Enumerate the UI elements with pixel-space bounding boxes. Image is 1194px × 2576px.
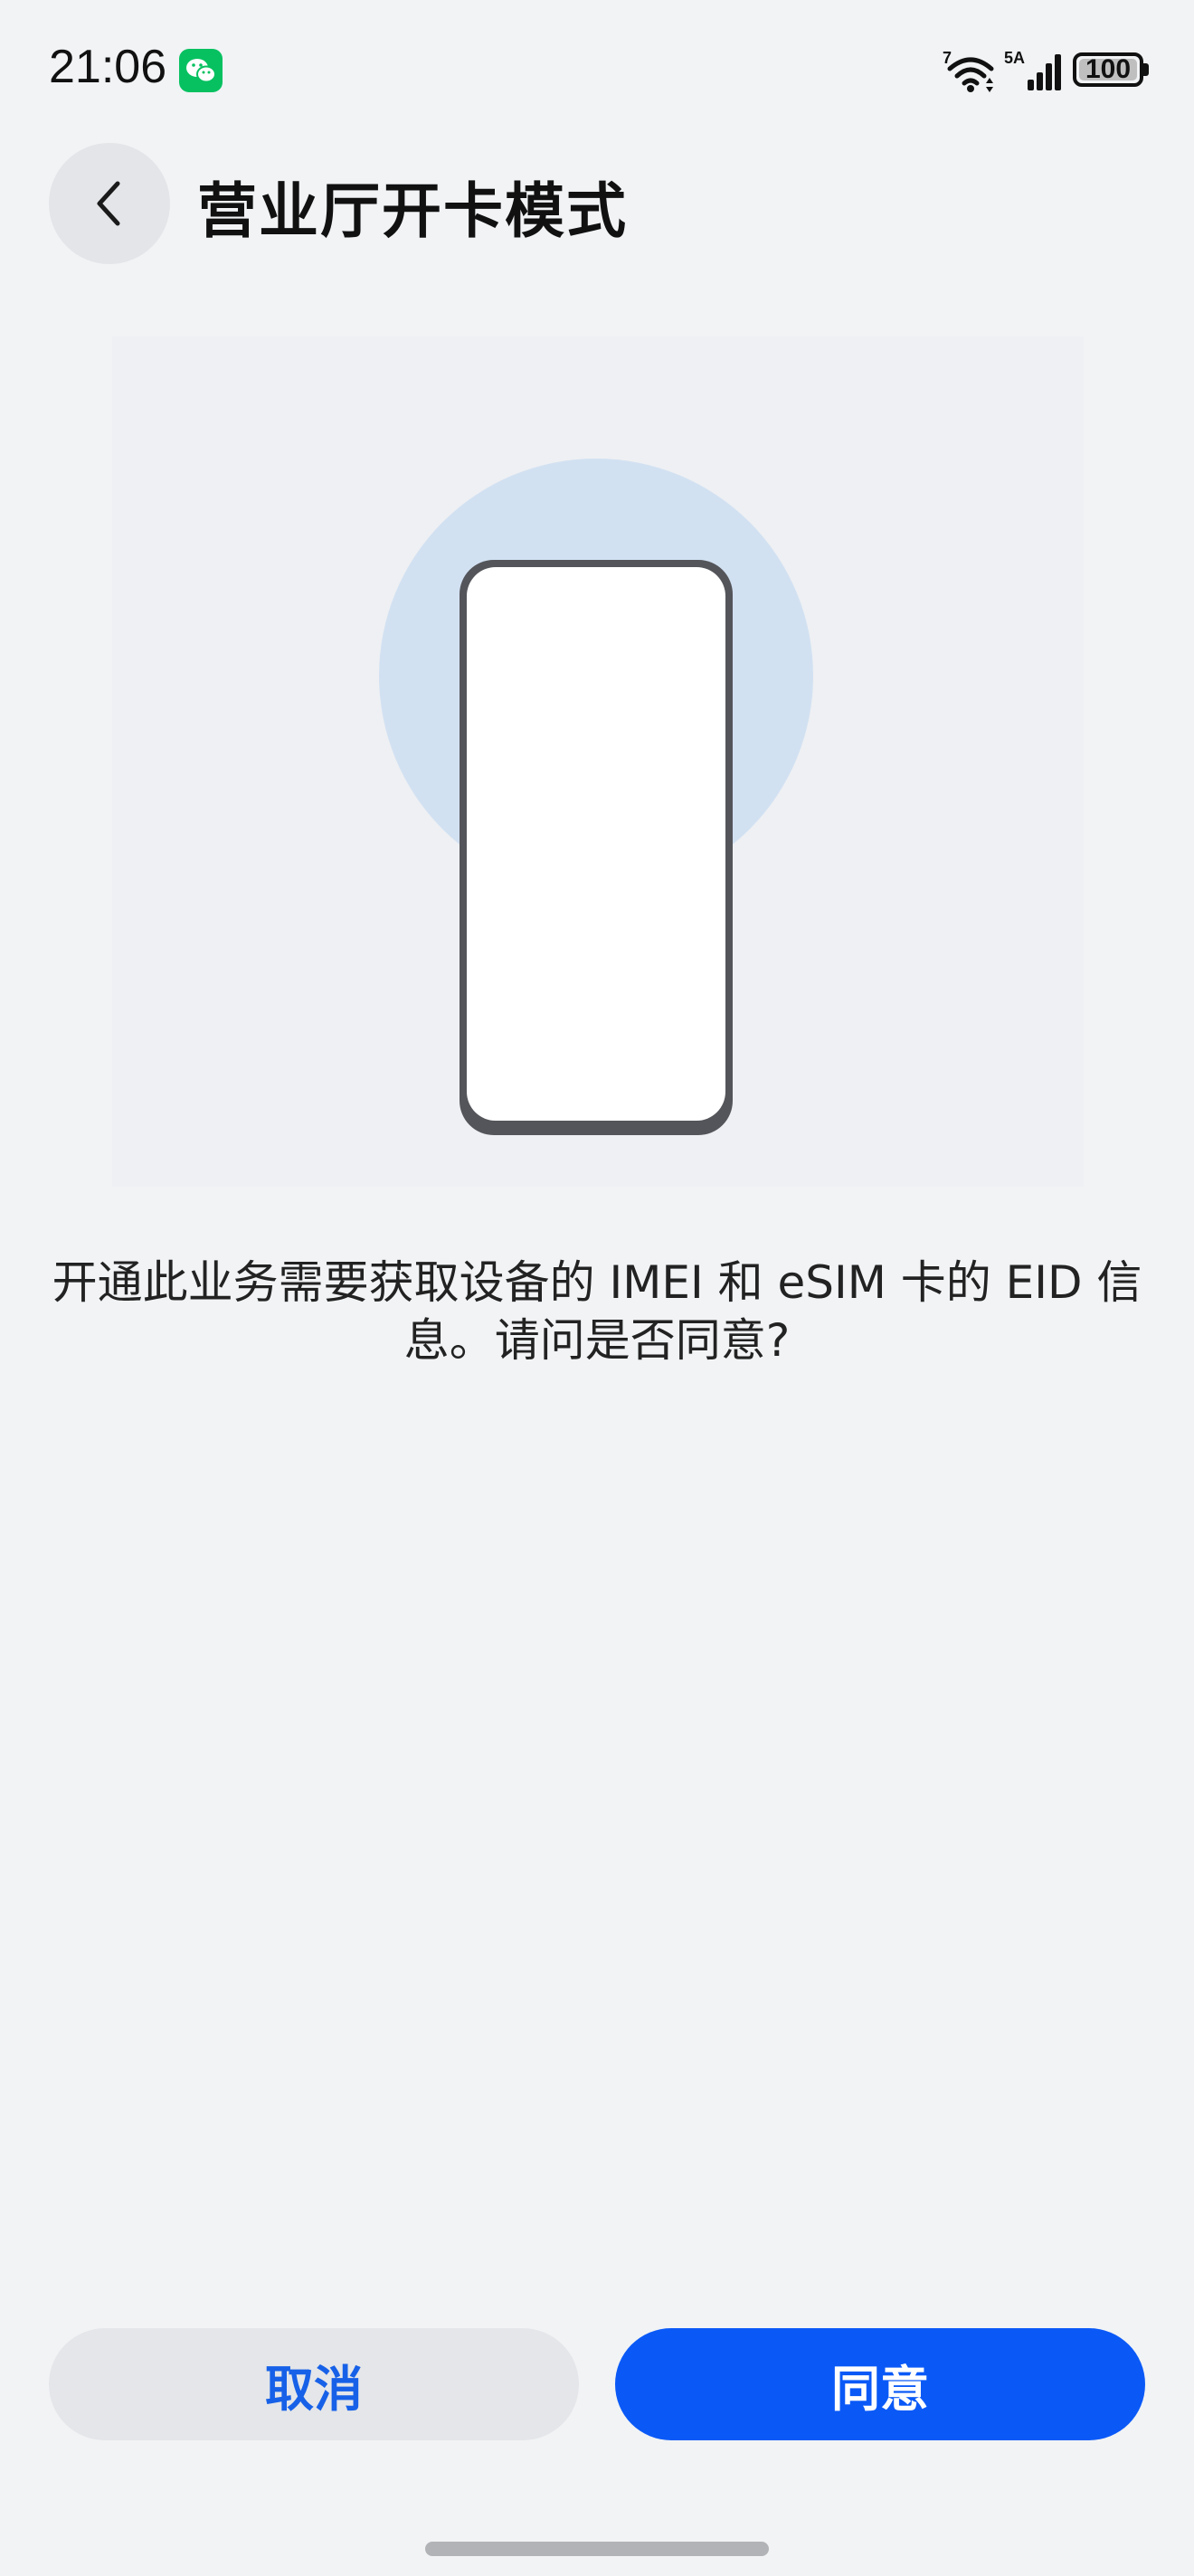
status-time: 21:06	[49, 41, 167, 93]
page-title: 营业厅开卡模式	[197, 176, 628, 246]
chevron-left-icon	[97, 181, 120, 226]
back-button[interactable]	[49, 143, 170, 264]
signal-badge-text: 5A	[1004, 49, 1025, 67]
phone-screen	[467, 567, 725, 1121]
battery-nub	[1143, 63, 1149, 76]
wifi-icon: 7	[943, 47, 999, 94]
battery-icon: 100	[1073, 52, 1143, 87]
battery-level: 100	[1085, 54, 1132, 84]
status-bar: 21:06 7 5A 100	[0, 0, 1194, 136]
cancel-button-label: 取消	[265, 2360, 363, 2418]
consent-message: 开通此业务需要获取设备的 IMEI 和 eSIM 卡的 EID 信息。请问是否同…	[52, 1256, 1142, 1367]
wifi-badge-text: 7	[943, 49, 952, 67]
wechat-icon	[179, 49, 223, 92]
signal-icon: 5A	[1004, 47, 1066, 94]
agree-button[interactable]: 同意	[615, 2328, 1145, 2440]
screen: 21:06 7 5A 100 营业厅开卡模式 开通此业务需要获取设备的 IMEI…	[0, 0, 1194, 2576]
phone-illustration	[112, 336, 1084, 1187]
agree-button-label: 同意	[831, 2360, 929, 2418]
cancel-button[interactable]: 取消	[49, 2328, 579, 2440]
home-indicator[interactable]	[425, 2542, 769, 2556]
